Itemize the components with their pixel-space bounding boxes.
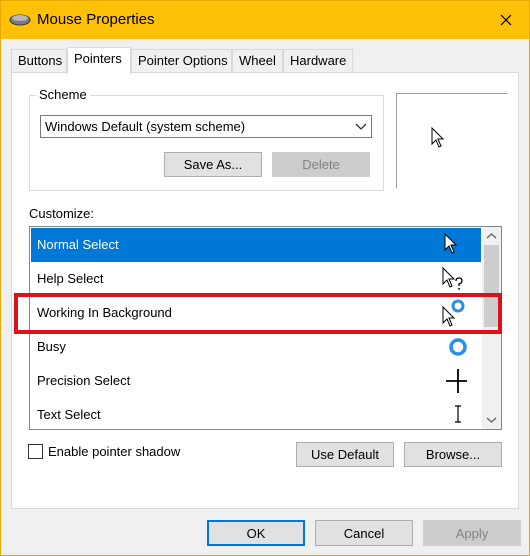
working-cursor-icon (442, 299, 465, 327)
tab-hardware[interactable]: Hardware (283, 49, 353, 73)
crosshair-cursor-icon (446, 369, 467, 393)
save-as-button[interactable]: Save As... (164, 152, 262, 177)
dialog-footer: OK Cancel Apply (1, 511, 529, 555)
list-item-help-select[interactable]: Help Select (31, 262, 481, 296)
mouse-properties-window: Mouse Properties Buttons Pointers Pointe… (0, 0, 530, 556)
scroll-thumb[interactable] (484, 245, 499, 327)
list-item-label: Precision Select (37, 373, 131, 388)
list-item-label: Help Select (37, 271, 104, 286)
window-title: Mouse Properties (37, 11, 155, 28)
enable-shadow-checkbox[interactable] (28, 443, 43, 459)
chevron-down-icon[interactable] (486, 414, 497, 425)
mouse-icon (9, 14, 31, 26)
list-item-label: Working In Background (37, 305, 172, 320)
tab-wheel[interactable]: Wheel (232, 49, 283, 73)
customize-label: Customize: (29, 206, 95, 221)
scheme-group: Scheme Windows Default (system scheme) S… (29, 87, 384, 191)
list-item-busy[interactable]: Busy (31, 330, 481, 364)
delete-button[interactable]: Delete (272, 152, 370, 177)
list-item-working-in-background[interactable]: Working In Background (31, 296, 481, 330)
arrow-cursor-icon (444, 232, 458, 254)
cursor-list[interactable]: Normal Select Help Select Working In Bac… (29, 226, 502, 430)
use-default-button[interactable]: Use Default (296, 442, 394, 467)
list-item-text-select[interactable]: Text Select (31, 398, 481, 429)
cursor-preview (396, 93, 508, 189)
apply-button[interactable]: Apply (423, 520, 521, 546)
chevron-up-icon[interactable] (486, 231, 497, 242)
scheme-select[interactable]: Windows Default (system scheme) (40, 115, 372, 138)
enable-shadow-row[interactable]: Enable pointer shadow (28, 442, 180, 460)
scheme-selected-value: Windows Default (system scheme) (45, 119, 246, 134)
list-item-normal-select[interactable]: Normal Select (31, 228, 481, 262)
close-button[interactable] (483, 1, 529, 39)
list-item-precision-select[interactable]: Precision Select (31, 364, 481, 398)
list-item-label: Busy (37, 339, 66, 354)
list-scrollbar[interactable] (482, 227, 501, 429)
scheme-label: Scheme (36, 87, 90, 102)
chevron-down-icon (355, 123, 367, 130)
pointers-panel: Scheme Windows Default (system scheme) S… (11, 72, 519, 509)
enable-shadow-label: Enable pointer shadow (48, 443, 181, 459)
list-item-label: Normal Select (37, 237, 119, 252)
title-bar[interactable]: Mouse Properties (1, 1, 529, 39)
cancel-button[interactable]: Cancel (315, 520, 413, 546)
tab-pointers[interactable]: Pointers (67, 47, 131, 74)
list-item-label: Text Select (37, 407, 101, 422)
tab-pointer-options[interactable]: Pointer Options (131, 49, 232, 73)
text-cursor-icon (455, 405, 461, 423)
arrow-cursor-icon (431, 127, 445, 148)
ok-button[interactable]: OK (207, 520, 305, 546)
close-icon (500, 14, 512, 26)
help-cursor-icon (442, 266, 463, 290)
busy-cursor-icon (449, 338, 467, 356)
tab-buttons[interactable]: Buttons (11, 49, 67, 73)
browse-button[interactable]: Browse... (404, 442, 502, 467)
